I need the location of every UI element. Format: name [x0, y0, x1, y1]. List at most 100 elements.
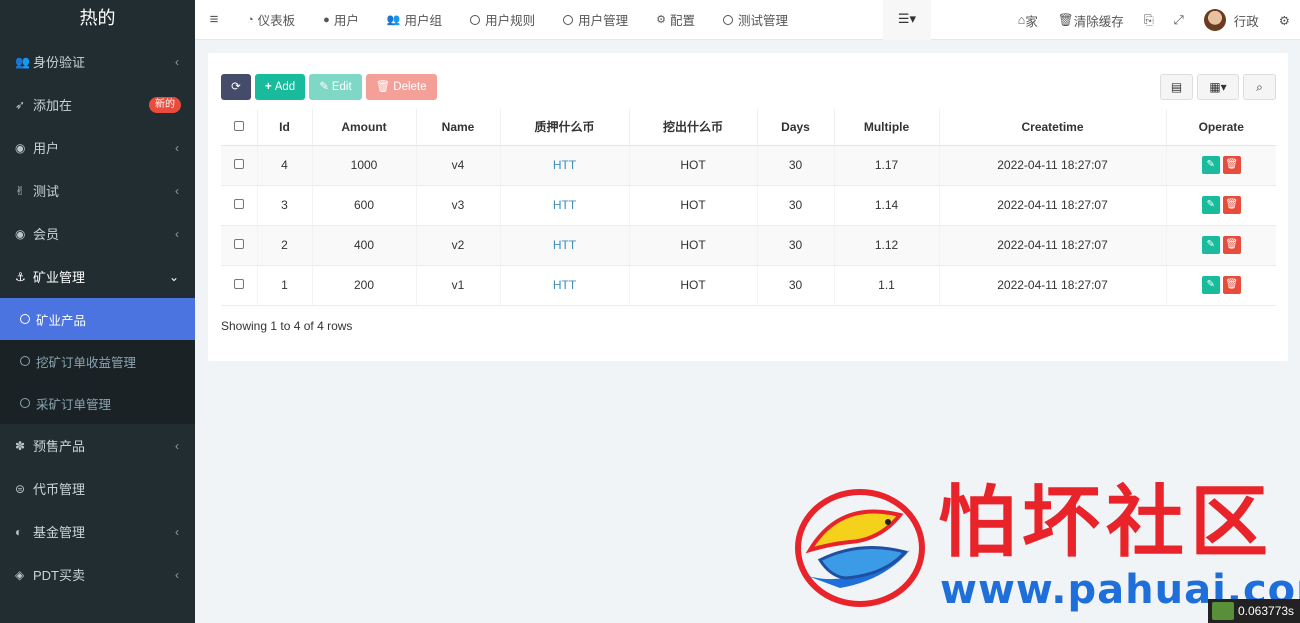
sidebar-item-pdt[interactable]: ◈ PDT买卖 ‹ [0, 553, 195, 596]
cell-days: 30 [757, 185, 835, 226]
select-all-checkbox-cell[interactable] [221, 109, 258, 146]
language-icon: ⎘ [1143, 12, 1154, 27]
chevron-left-icon: ‹ [175, 183, 179, 198]
col-header-amount[interactable]: Amount [312, 109, 417, 146]
list-icon: ☰▾ [897, 11, 917, 26]
trash-icon: 🗑 [375, 81, 391, 93]
cell-stake-coin[interactable]: HTT [500, 145, 630, 186]
row-edit-button[interactable]: ✎ [1201, 196, 1220, 214]
fish-logo-icon [795, 489, 925, 607]
sidebar-item-label: 会员 [33, 227, 60, 242]
cell-operate: ✎ 🗑 [1166, 145, 1276, 186]
cell-name: v3 [416, 185, 501, 226]
list-alt-icon: ▤ [1170, 80, 1183, 94]
sidebar-item-presale[interactable]: ✽ 预售产品 ‹ [0, 424, 195, 467]
nav-user-management[interactable]: 用户管理 [549, 0, 642, 40]
row-checkbox-cell[interactable] [221, 185, 258, 226]
col-header-createtime[interactable]: Createtime [939, 109, 1167, 146]
dashboard-icon: ◔ [247, 13, 254, 26]
cell-mined-coin: HOT [629, 225, 758, 266]
sidebar-item-fund[interactable]: ◐ 基金管理 ‹ [0, 510, 195, 553]
sidebar-item-mining[interactable]: ⚓ 矿业管理 ⌄ [0, 255, 195, 298]
row-checkbox-cell[interactable] [221, 225, 258, 266]
hamburger-menu-icon[interactable]: ≡ [195, 11, 233, 28]
add-label: Add [274, 81, 296, 93]
sidebar-subitem-mining-order-income[interactable]: 挖矿订单收益管理 [0, 340, 195, 382]
chevron-left-icon: ‹ [175, 567, 179, 582]
hand-icon: ✌ [15, 183, 26, 198]
col-header-name[interactable]: Name [416, 109, 501, 146]
circle-icon [20, 314, 30, 324]
sidebar-subitem-mining-products[interactable]: 矿业产品 [0, 298, 195, 340]
cell-operate: ✎ 🗑 [1166, 225, 1276, 266]
chevron-left-icon: ‹ [175, 438, 179, 453]
col-header-stake-coin[interactable]: 质押什么币 [500, 109, 630, 146]
row-delete-button[interactable]: 🗑 [1222, 276, 1241, 294]
cell-amount: 200 [312, 265, 417, 306]
row-checkbox[interactable] [233, 199, 244, 209]
cell-stake-coin[interactable]: HTT [500, 225, 630, 266]
columns-dropdown[interactable]: ▦▾ [1197, 74, 1239, 100]
fullscreen-toggle[interactable]: ⤢ [1164, 13, 1194, 28]
toggle-view-button[interactable]: ▤ [1160, 74, 1193, 100]
row-checkbox[interactable] [233, 239, 244, 249]
nav-dashboard[interactable]: ◔ 仪表板 [233, 0, 309, 40]
row-edit-button[interactable]: ✎ [1201, 236, 1220, 254]
row-checkbox-cell[interactable] [221, 265, 258, 306]
row-delete-button[interactable]: 🗑 [1222, 236, 1241, 254]
sidebar-item-test[interactable]: ✌ 测试 ‹ [0, 169, 195, 212]
row-edit-button[interactable]: ✎ [1201, 156, 1220, 174]
row-checkbox[interactable] [233, 159, 244, 169]
nav-test-management[interactable]: 测试管理 [709, 0, 802, 40]
cell-mined-coin: HOT [629, 265, 758, 306]
nav-user-rules[interactable]: 用户规则 [456, 0, 549, 40]
col-header-id[interactable]: Id [257, 109, 313, 146]
nav-user[interactable]: ● 用户 [309, 0, 373, 40]
table-row: 4 1000 v4 HTT HOT 30 1.17 2022-04-11 18:… [221, 145, 1276, 186]
nav-label: 用户 [333, 14, 359, 28]
home-link[interactable]: ⌂ 家 [1008, 11, 1048, 30]
brand-logo[interactable]: 热的 [0, 0, 195, 40]
sidebar-item-user[interactable]: ◉ 用户 ‹ [0, 126, 195, 169]
cell-createtime: 2022-04-11 18:27:07 [939, 185, 1167, 226]
nav-label: 测试管理 [737, 14, 788, 28]
sidebar-item-member[interactable]: ◉ 会员 ‹ [0, 212, 195, 255]
search-button[interactable]: ⌕ [1243, 74, 1276, 100]
sidebar-item-token[interactable]: ⊜ 代币管理 [0, 467, 195, 510]
row-delete-button[interactable]: 🗑 [1222, 156, 1241, 174]
row-checkbox-cell[interactable] [221, 145, 258, 186]
user-menu[interactable]: 行政 [1194, 9, 1269, 31]
language-toggle[interactable]: ⎘ [1134, 13, 1164, 28]
nav-label: 仪表板 [257, 14, 296, 28]
home-label: 家 [1025, 14, 1038, 29]
col-header-multiple[interactable]: Multiple [834, 109, 940, 146]
more-menu-dropdown[interactable]: ☰▾ [883, 0, 931, 40]
select-all-checkbox[interactable] [233, 120, 244, 131]
clear-cache-link[interactable]: 🗑 清除缓存 [1048, 11, 1134, 30]
sidebar-item-auth[interactable]: 👥 身份验证 ‹ [0, 40, 195, 83]
pencil-icon: ✎ [319, 81, 329, 93]
cell-stake-coin[interactable]: HTT [500, 185, 630, 226]
row-delete-button[interactable]: 🗑 [1222, 196, 1241, 214]
sidebar-item-label: 测试 [33, 184, 60, 199]
nav-user-group[interactable]: 👥 用户组 [373, 0, 456, 40]
delete-button[interactable]: 🗑 Delete [365, 74, 437, 100]
row-edit-button[interactable]: ✎ [1201, 276, 1220, 294]
search-icon: ⌕ [1256, 79, 1263, 94]
cell-stake-coin[interactable]: HTT [500, 265, 630, 306]
nav-config[interactable]: ⚙ 配置 [642, 0, 709, 40]
sidebar-subitem-mining-orders[interactable]: 采矿订单管理 [0, 382, 195, 424]
col-header-days[interactable]: Days [757, 109, 835, 146]
sidebar-item-add[interactable]: ➶ 添加在 新的 [0, 83, 195, 126]
columns-icon: ▦▾ [1209, 80, 1227, 94]
sidebar: 热的 👥 身份验证 ‹ ➶ 添加在 新的 ◉ 用户 ‹ ✌ 测试 ‹ ◉ 会员 … [0, 0, 195, 623]
circle-icon [563, 14, 574, 25]
settings-toggle[interactable]: ⚙ [1269, 13, 1300, 28]
refresh-button[interactable]: ⟳ [221, 74, 251, 100]
edit-button[interactable]: ✎ Edit [309, 74, 362, 100]
row-checkbox[interactable] [233, 279, 244, 289]
add-button[interactable]: + Add [255, 74, 306, 100]
cell-createtime: 2022-04-11 18:27:07 [939, 145, 1167, 186]
leaf-icon [1212, 602, 1234, 620]
col-header-mined-coin[interactable]: 挖出什么币 [629, 109, 758, 146]
